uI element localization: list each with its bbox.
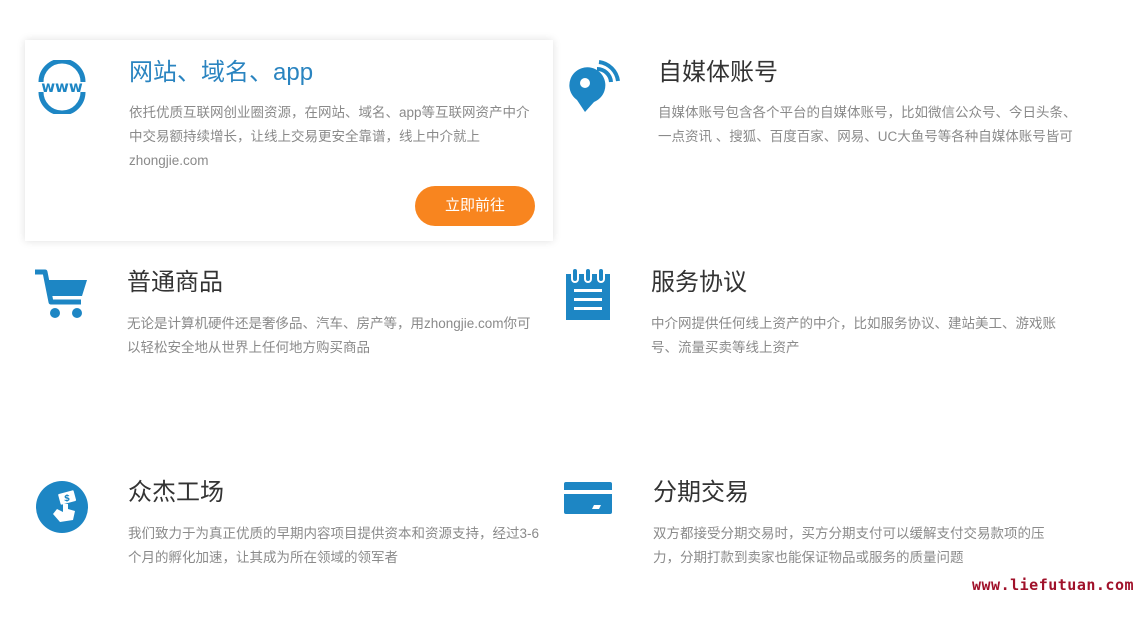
feature-title: 服务协议: [651, 269, 747, 296]
feature-card-website-domain-app[interactable]: www 网站、域名、app 依托优质互联网创业圈资源，在网站、域名、app等互联…: [25, 40, 553, 241]
feature-card-service-agreement: 服务协议 中介网提供任何线上资产的中介，比如服务协议、建站美工、游戏账号、流量买…: [560, 262, 1100, 392]
www-globe-icon: www: [35, 58, 89, 116]
credit-card-icon: [564, 482, 612, 514]
feature-title: 自媒体账号: [658, 59, 778, 86]
feature-description: 我们致力于为真正优质的早期内容项目提供资本和资源支持，经过3-6 个月的孵化加速…: [128, 526, 540, 565]
feature-title: 网站、域名、app: [129, 59, 314, 86]
feature-card-zhongjie-workshop: $ 众杰工场 我们致力于为真正优质的早期内容项目提供资本和资源支持，经过3-6 …: [25, 472, 553, 602]
feature-description: 自媒体账号包含各个平台的自媒体账号，比如微信公众号、今日头条、一点资讯 、搜狐、…: [658, 105, 1077, 144]
feature-title: 分期交易: [653, 479, 749, 506]
hand-money-icon: $: [35, 480, 89, 534]
feature-title: 普通商品: [127, 269, 223, 296]
feature-description: 中介网提供任何线上资产的中介，比如服务协议、建站美工、游戏账号、流量买卖等线上资…: [651, 316, 1056, 355]
feature-card-general-goods: 普通商品 无论是计算机硬件还是奢侈品、汽车、房产等，用zhongjie.com你…: [25, 262, 553, 392]
go-now-button[interactable]: 立即前往: [415, 186, 535, 226]
feature-card-self-media: 自媒体账号 自媒体账号包含各个平台的自媒体账号，比如微信公众号、今日头条、一点资…: [560, 40, 1100, 241]
feature-title: 众杰工场: [128, 479, 224, 506]
feature-description: 依托优质互联网创业圈资源，在网站、域名、app等互联网资产中介中交易额持续增长，…: [129, 105, 530, 168]
shopping-cart-icon: [33, 268, 89, 320]
notepad-icon: [564, 266, 612, 322]
watermark-text: www.liefutuan.com: [972, 576, 1135, 594]
svg-text:www: www: [41, 78, 83, 96]
feature-description: 无论是计算机硬件还是奢侈品、汽车、房产等，用zhongjie.com你可以轻松安…: [127, 316, 531, 355]
feature-description: 双方都接受分期交易时，买方分期支付可以缓解支付交易款项的压力，分期打款到卖家也能…: [653, 526, 1045, 565]
svg-text:$: $: [64, 494, 70, 504]
broadcast-pin-icon: [564, 60, 622, 118]
